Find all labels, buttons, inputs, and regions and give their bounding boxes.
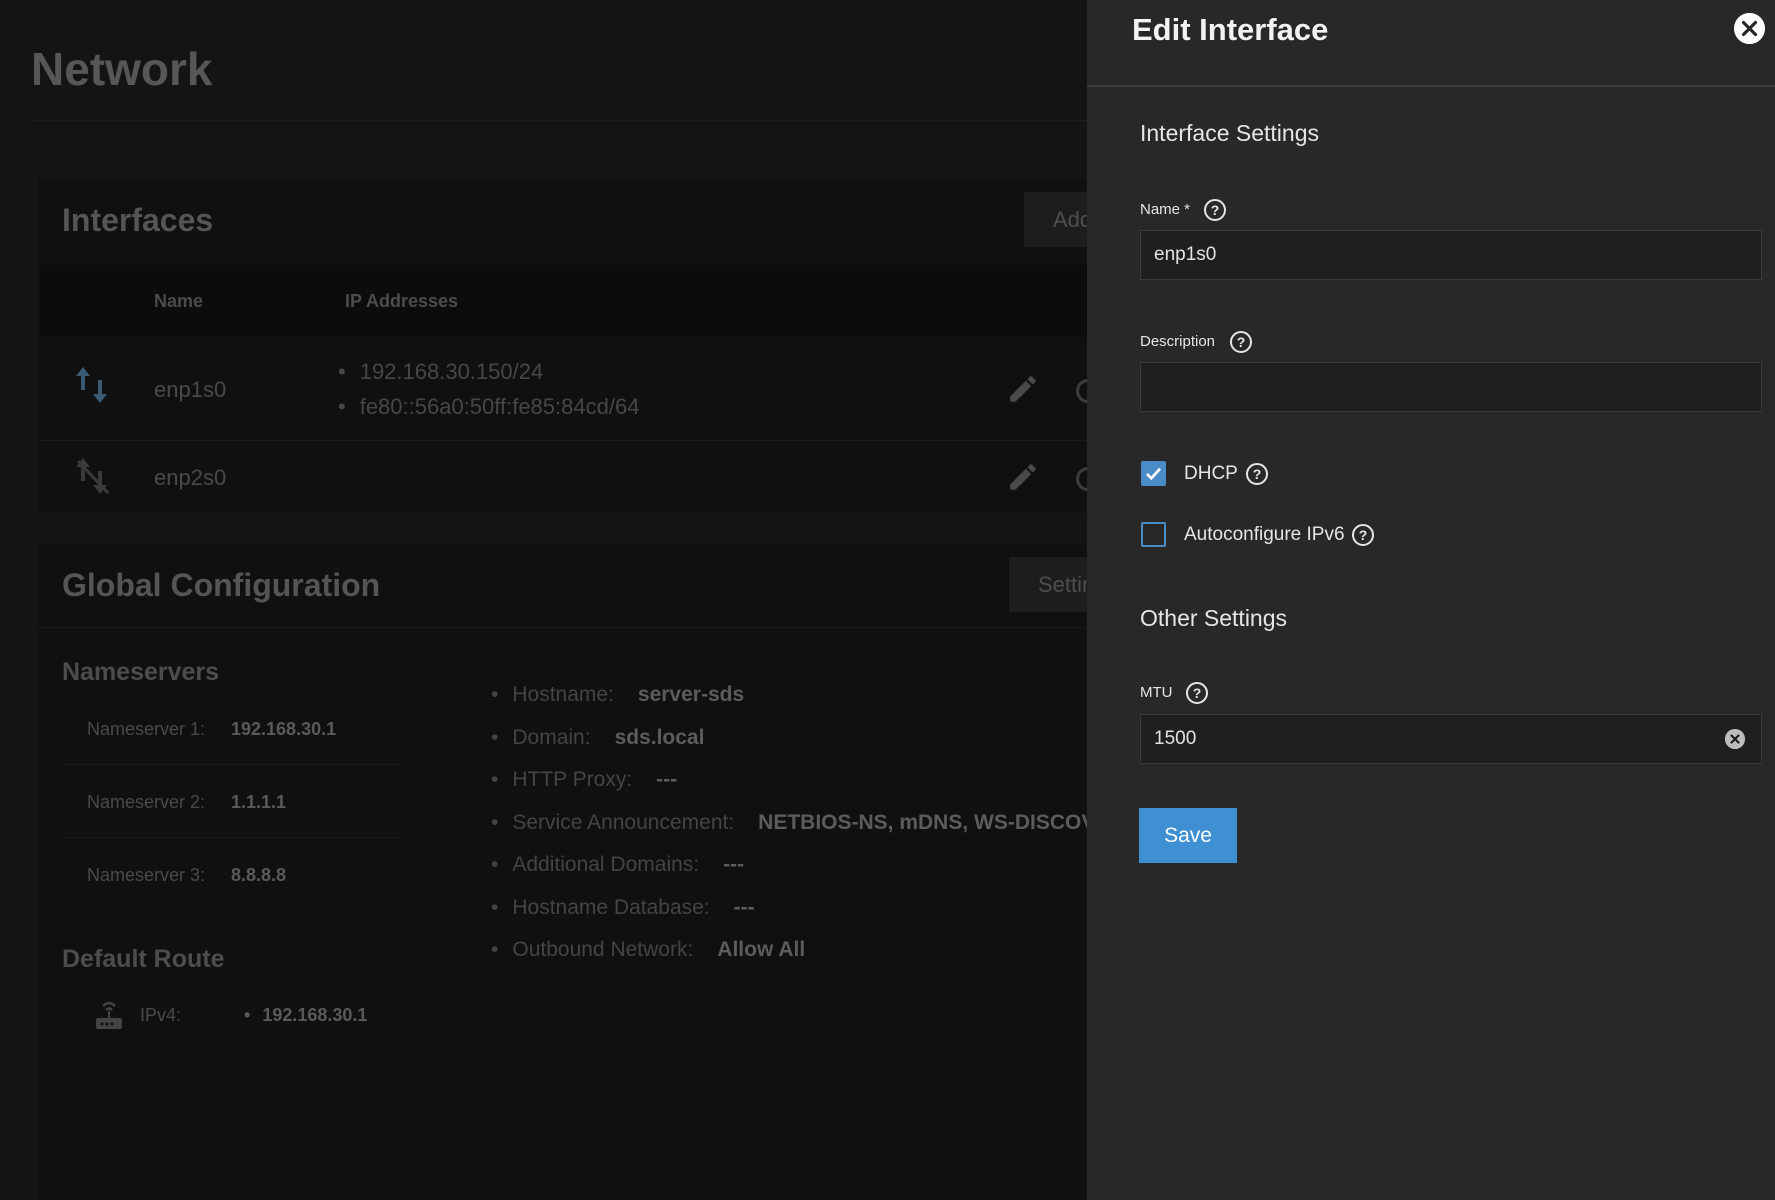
interface-name: enp1s0 [154, 377, 227, 402]
help-icon[interactable]: ? [1204, 199, 1226, 221]
close-icon[interactable] [1734, 13, 1765, 44]
edit-pencil-icon[interactable] [1006, 372, 1040, 406]
table-row[interactable]: enp1s0 192.168.30.150/24 fe80::56a0:50ff… [40, 337, 1100, 441]
info-item-domain: Domain:sds.local [491, 726, 1138, 769]
name-input[interactable] [1140, 230, 1762, 280]
link-up-arrows-icon [76, 367, 107, 403]
save-button[interactable]: Save [1139, 808, 1237, 863]
interface-name: enp2s0 [154, 465, 227, 490]
info-item-service-announcement: Service Announcement:NETBIOS-NS, mDNS, W… [491, 811, 1137, 854]
ip-address-list: 192.168.30.150/24 fe80::56a0:50ff:fe85:8… [338, 359, 640, 429]
page-title: Network [31, 43, 213, 95]
description-input[interactable] [1140, 362, 1762, 412]
default-route-title: Default Route [62, 945, 225, 973]
info-item-additional-domains: Additional Domains:--- [491, 853, 1138, 896]
edit-pencil-icon[interactable] [1006, 460, 1040, 494]
title-divider [31, 120, 1111, 121]
nameserver-value: 1.1.1.1 [231, 792, 287, 812]
nameserver-item: Nameserver 1: 192.168.30.1 [87, 719, 336, 740]
ip-address: fe80::56a0:50ff:fe85:84cd/64 [338, 394, 640, 429]
nameserver-divider [62, 837, 402, 838]
edit-interface-panel: Edit Interface Interface Settings Name *… [1087, 0, 1775, 1200]
autoconfigure-ipv6-checkbox[interactable] [1141, 522, 1166, 547]
info-item-hostname: Hostname:server-sds [491, 683, 1138, 726]
help-icon[interactable]: ? [1186, 682, 1208, 704]
global-info-list: Hostname:server-sds Domain:sds.local HTT… [491, 683, 1138, 981]
nameserver-item: Nameserver 3: 8.8.8.8 [87, 865, 286, 886]
help-icon[interactable]: ? [1246, 463, 1268, 485]
help-icon[interactable]: ? [1352, 524, 1374, 546]
dhcp-checkbox[interactable] [1141, 461, 1166, 486]
help-icon[interactable]: ? [1230, 331, 1252, 353]
global-configuration-title: Global Configuration [62, 567, 381, 603]
panel-title: Edit Interface [1132, 12, 1329, 47]
nameserver-label: Nameserver 1: [87, 719, 206, 739]
mtu-label: MTU [1140, 684, 1173, 701]
column-header-ip-addresses: IP Addresses [345, 291, 459, 311]
description-label: Description [1140, 333, 1216, 350]
route-value: 192.168.30.1 [244, 1005, 367, 1026]
dhcp-label: DHCP [1184, 463, 1238, 484]
info-item-hostname-database: Hostname Database:--- [491, 896, 1138, 939]
nameserver-label: Nameserver 3: [87, 865, 206, 885]
column-header-name: Name [154, 291, 204, 311]
link-down-icon [76, 458, 110, 495]
nameserver-divider [62, 764, 402, 765]
route-label: IPv4: [140, 1005, 182, 1025]
info-item-outbound-network: Outbound Network:Allow All [491, 938, 1138, 981]
interfaces-title: Interfaces [62, 202, 214, 238]
info-item-http-proxy: HTTP Proxy:--- [491, 768, 1138, 811]
clear-input-icon[interactable] [1725, 729, 1745, 749]
section-divider [38, 627, 1098, 628]
nameserver-value: 8.8.8.8 [231, 865, 287, 885]
checkmark-icon [1146, 467, 1162, 481]
nameserver-label: Nameserver 2: [87, 792, 206, 812]
nameserver-value: 192.168.30.1 [231, 719, 337, 739]
table-row[interactable]: enp2s0 [40, 441, 1100, 513]
panel-divider [1087, 85, 1775, 87]
nameservers-title: Nameservers [62, 658, 220, 686]
ip-address: 192.168.30.150/24 [338, 359, 639, 394]
name-label: Name * [1140, 201, 1191, 218]
nameserver-item: Nameserver 2: 1.1.1.1 [87, 792, 286, 813]
router-icon [96, 1001, 122, 1029]
interfaces-table-header: Name IP Addresses [40, 265, 1090, 337]
mtu-input[interactable] [1140, 714, 1762, 764]
autoconfigure-ipv6-label: Autoconfigure IPv6 [1184, 524, 1345, 545]
interface-settings-heading: Interface Settings [1140, 120, 1319, 146]
other-settings-heading: Other Settings [1140, 605, 1288, 631]
